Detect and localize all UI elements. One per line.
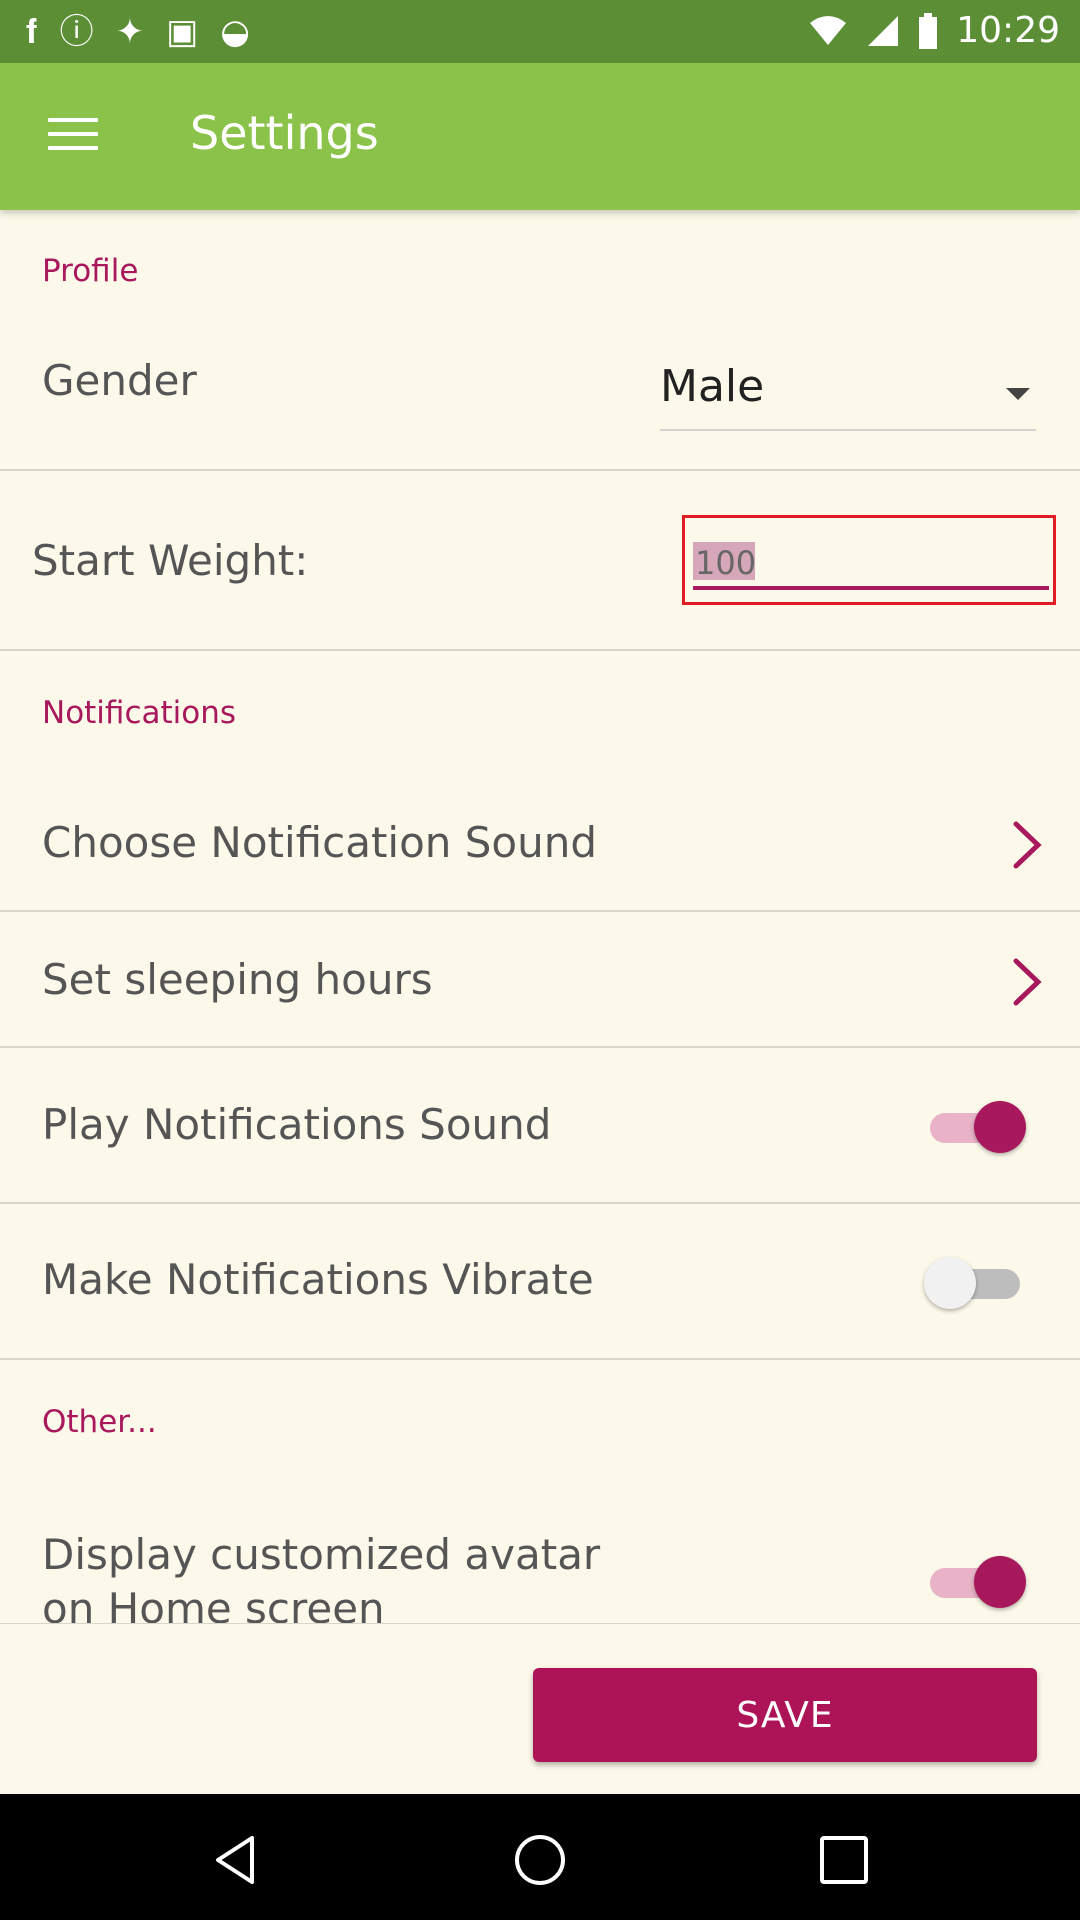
gender-dropdown[interactable]: Male: [660, 355, 1036, 431]
app-toolbar: Settings: [0, 63, 1080, 210]
recents-icon[interactable]: [816, 1832, 872, 1888]
divider: [0, 469, 1080, 471]
section-header-notifications: Notifications: [42, 695, 237, 731]
home-icon[interactable]: [512, 1832, 568, 1888]
chevron-right-icon: [1010, 957, 1044, 1007]
back-icon[interactable]: [208, 1832, 264, 1888]
menu-icon[interactable]: [48, 118, 98, 156]
gender-label: Gender: [42, 356, 197, 405]
android-icon: ◒: [220, 12, 250, 52]
notification-icon: ⓘ: [59, 12, 94, 52]
make-notifications-vibrate-label: Make Notifications Vibrate: [42, 1255, 594, 1304]
divider: [0, 649, 1080, 651]
save-button[interactable]: SAVE: [533, 1668, 1037, 1762]
section-header-other: Other...: [42, 1404, 157, 1440]
set-sleeping-hours-label: Set sleeping hours: [42, 955, 433, 1004]
gender-value: Male: [660, 361, 765, 412]
status-right: 10:29: [808, 10, 1060, 51]
facebook-icon: 𝐟: [26, 12, 38, 52]
avatar-label-line2: on Home screen: [42, 1584, 385, 1624]
wifi-icon: [810, 15, 847, 45]
divider: [0, 1358, 1080, 1360]
battery-icon: [919, 12, 938, 49]
choose-notification-sound-label: Choose Notification Sound: [42, 818, 598, 867]
page-title: Settings: [190, 106, 379, 160]
display-avatar-switch[interactable]: [930, 1553, 1026, 1611]
section-header-profile: Profile: [42, 253, 139, 289]
dropdown-arrow-icon: [1006, 388, 1030, 400]
avatar-label-line1: Display customized avatar: [42, 1530, 601, 1579]
start-weight-input[interactable]: [693, 540, 1049, 590]
divider: [0, 910, 1080, 912]
start-weight-label: Start Weight:: [32, 536, 309, 585]
satellite-icon: ✦: [115, 12, 145, 52]
play-notifications-sound-label: Play Notifications Sound: [42, 1100, 552, 1149]
avatar-label: Display customized avatar on Home screen: [42, 1528, 702, 1624]
lock-icon: ▣: [166, 12, 199, 52]
status-icons: 𝐟 ⓘ ✦ ▣ ◒: [26, 12, 250, 52]
play-notifications-sound-switch[interactable]: [930, 1098, 1026, 1156]
signal-icon: [868, 15, 899, 46]
make-notifications-vibrate-switch[interactable]: [924, 1254, 1026, 1312]
status-time: 10:29: [956, 10, 1060, 51]
divider: [0, 1202, 1080, 1204]
status-bar: 𝐟 ⓘ ✦ ▣ ◒ 10:29: [0, 0, 1080, 63]
start-weight-field-highlight: 100: [682, 515, 1056, 605]
divider: [0, 1046, 1080, 1048]
chevron-right-icon: [1010, 820, 1044, 870]
system-navigation-bar: [0, 1794, 1080, 1920]
